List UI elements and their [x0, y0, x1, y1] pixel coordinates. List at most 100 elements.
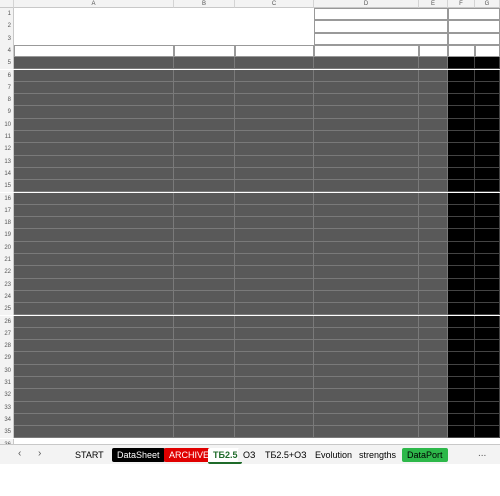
row-header[interactable]: 9: [0, 106, 14, 119]
cell-match-score[interactable]: [475, 254, 500, 267]
cell-match-score[interactable]: [475, 278, 500, 291]
cell-blank[interactable]: [419, 57, 448, 70]
cell-home[interactable]: [235, 143, 314, 156]
cell-match-score[interactable]: [475, 94, 500, 107]
row-header[interactable]: 28: [0, 340, 14, 353]
sheet-tab[interactable]: strengths: [354, 448, 402, 462]
cell-first-half-score[interactable]: [448, 106, 475, 119]
cell-competition[interactable]: [14, 401, 174, 414]
cell-competition[interactable]: [14, 426, 174, 439]
cell-datetime[interactable]: [174, 266, 235, 279]
cell-datetime[interactable]: [174, 389, 235, 402]
column-header-e[interactable]: E: [419, 0, 448, 8]
cell-match-score[interactable]: [475, 340, 500, 353]
header-away[interactable]: [314, 44, 419, 58]
cell-datetime[interactable]: [174, 413, 235, 427]
row-header[interactable]: 21: [0, 254, 14, 267]
cell-match-score[interactable]: [475, 167, 500, 181]
cell-home[interactable]: [235, 413, 314, 427]
cell-away[interactable]: [314, 131, 419, 144]
cell-competition[interactable]: [14, 413, 174, 427]
cell-match-score[interactable]: [475, 413, 500, 427]
cell-home[interactable]: [235, 229, 314, 242]
cell-first-half-score[interactable]: [448, 278, 475, 291]
column-header-a[interactable]: A: [14, 0, 174, 8]
cell-away[interactable]: [314, 94, 419, 107]
cell-away[interactable]: [314, 413, 419, 427]
cell-datetime[interactable]: [174, 57, 235, 70]
cell-match-score[interactable]: [475, 155, 500, 168]
cell-away[interactable]: [314, 266, 419, 279]
cell-match-score[interactable]: [475, 118, 500, 131]
cell-away[interactable]: [314, 204, 419, 218]
cell-home[interactable]: [235, 401, 314, 414]
cell-datetime[interactable]: [174, 303, 235, 316]
cell-blank[interactable]: [419, 118, 448, 131]
row-header[interactable]: 32: [0, 389, 14, 402]
cell-blank[interactable]: [419, 94, 448, 107]
cell-first-half-score[interactable]: [448, 266, 475, 279]
row-header[interactable]: 8: [0, 94, 14, 107]
cell-match-score[interactable]: [475, 131, 500, 144]
cell-away[interactable]: [314, 352, 419, 365]
cell-home[interactable]: [235, 155, 314, 168]
cell-away[interactable]: [314, 192, 419, 205]
cell-datetime[interactable]: [174, 106, 235, 119]
cell-first-half-score[interactable]: [448, 303, 475, 316]
row-header[interactable]: 4: [0, 44, 14, 58]
cell-match-score[interactable]: [475, 377, 500, 390]
cell-match-score[interactable]: [475, 192, 500, 205]
row-header[interactable]: 17: [0, 204, 14, 218]
cell-home[interactable]: [235, 192, 314, 205]
cell-blank[interactable]: [419, 106, 448, 119]
cell-first-half-score[interactable]: [448, 180, 475, 193]
cell-blank[interactable]: [419, 278, 448, 291]
cell-blank[interactable]: [419, 131, 448, 144]
row-header[interactable]: 11: [0, 131, 14, 144]
cell-match-score[interactable]: [475, 290, 500, 304]
row-header[interactable]: 12: [0, 143, 14, 156]
cell-datetime[interactable]: [174, 217, 235, 230]
cell-away[interactable]: [314, 254, 419, 267]
cell-blank[interactable]: [419, 155, 448, 168]
cell-away[interactable]: [314, 377, 419, 390]
cell-first-half-score[interactable]: [448, 340, 475, 353]
cell-datetime[interactable]: [174, 143, 235, 156]
cell-first-half-score[interactable]: [448, 352, 475, 365]
cell-competition[interactable]: [14, 94, 174, 107]
row-header[interactable]: 2: [0, 20, 14, 33]
cell-first-half-score[interactable]: [448, 118, 475, 131]
cell-blank[interactable]: [419, 254, 448, 267]
cell-competition[interactable]: [14, 180, 174, 193]
sheet-tab[interactable]: START: [70, 448, 109, 462]
cell-datetime[interactable]: [174, 254, 235, 267]
cell-blank[interactable]: [419, 241, 448, 254]
cell-competition[interactable]: [14, 131, 174, 144]
cell-home[interactable]: [235, 241, 314, 254]
cell-competition[interactable]: [14, 217, 174, 230]
header-home[interactable]: [235, 44, 314, 58]
row-header[interactable]: 5: [0, 57, 14, 70]
cell-away[interactable]: [314, 290, 419, 304]
column-header-f[interactable]: F: [448, 0, 475, 8]
cell-away[interactable]: [314, 167, 419, 181]
row-header[interactable]: 18: [0, 217, 14, 230]
row-header[interactable]: 25: [0, 303, 14, 316]
cell-competition[interactable]: [14, 143, 174, 156]
cell-competition[interactable]: [14, 241, 174, 254]
cell-first-half-score[interactable]: [448, 327, 475, 341]
cell-away[interactable]: [314, 401, 419, 414]
cell-competition[interactable]: [14, 167, 174, 181]
cell-home[interactable]: [235, 327, 314, 341]
row-header[interactable]: 30: [0, 364, 14, 377]
cell-datetime[interactable]: [174, 118, 235, 131]
next-sheet-arrow-icon[interactable]: ›: [38, 448, 41, 459]
cell-datetime[interactable]: [174, 229, 235, 242]
cell-home[interactable]: [235, 106, 314, 119]
cell-first-half-score[interactable]: [448, 94, 475, 107]
cell-blank[interactable]: [419, 377, 448, 390]
cell-first-half-score[interactable]: [448, 229, 475, 242]
row-header[interactable]: 13: [0, 155, 14, 168]
cell-first-half-score[interactable]: [448, 413, 475, 427]
row-header[interactable]: 6: [0, 69, 14, 82]
